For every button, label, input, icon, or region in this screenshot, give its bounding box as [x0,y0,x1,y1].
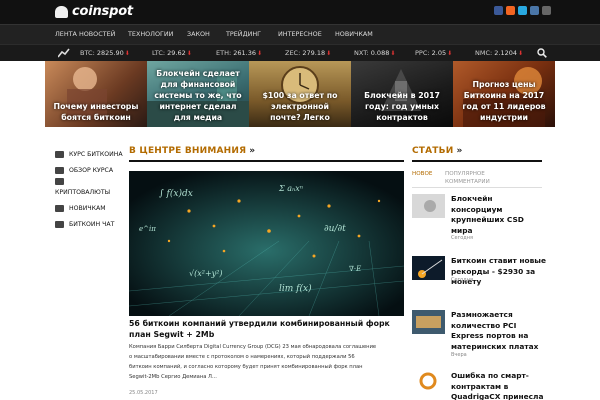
sidebar-item-label: ОБЗОР КУРСА [69,166,114,174]
svg-text:lim f(x): lim f(x) [279,283,312,294]
articles-tabs: НОВОЕ ПОПУЛЯРНОЕ КОММЕНТАРИИ [412,168,542,188]
slide-caption: Почему инвесторы боятся биткоин [53,102,139,122]
math-formulas-image: ∫ f(x)dx Σ aₙxⁿ ∂u/∂t √(x²+y²) lim f(x) … [129,171,404,316]
section-divider [129,160,404,162]
ticker-item: ZEC: 279.18⬇ [285,49,332,57]
nav-item-news-feed[interactable]: ЛЕНТА НОВОСТЕЙ [55,30,115,38]
article-item[interactable]: Биткоин ставит новые рекорды - $2930 за … [412,256,546,300]
site-logo[interactable]: coinspot [55,4,133,19]
sidebar-item-label: НОВИЧКАМ [69,204,106,212]
sidebar-item-label: КРИПТОВАЛЮТЫ [55,189,111,196]
section-heading-focus[interactable]: В ЦЕНТРЕ ВНИМАНИЯ» [129,146,255,156]
tab-comments[interactable]: КОММЕНТАРИИ [445,178,490,186]
rss-icon[interactable] [506,6,515,15]
sidebar-item-bitcoin-rate[interactable]: КУРС БИТКОИНА [55,146,130,162]
main-nav: ЛЕНТА НОВОСТЕЙ ТЕХНОЛОГИИ ЗАКОН ТРЕЙДИНГ… [0,24,600,44]
ticker-item: NMC: 2.1204⬇ [475,49,524,57]
chat-icon [55,220,64,228]
ticker-item: NXT: 0.088⬇ [354,49,396,57]
slide-caption: $100 за ответ по электронной почте? Легк… [262,91,338,122]
featured-article-title[interactable]: 56 биткоин компаний утвердили комбиниров… [129,318,404,340]
slide[interactable]: $100 за ответ по электронной почте? Легк… [249,61,351,127]
nav-item-trading[interactable]: ТРЕЙДИНГ [226,30,261,38]
nav-item-technologies[interactable]: ТЕХНОЛОГИИ [128,30,173,38]
nav-item-beginners[interactable]: НОВИЧКАМ [335,30,373,38]
slide-caption: Блокчейн сделает для финансовой системы … [154,69,242,122]
logo-text: coinspot [72,4,133,19]
social-links [494,6,551,15]
svg-text:Σ aₙxⁿ: Σ aₙxⁿ [278,184,303,193]
sidebar-item-label: БИТКОИН ЧАТ [69,220,115,228]
article-item[interactable]: Размножается количество PCI Express порт… [412,310,542,358]
slide[interactable]: Прогноз цены Биткоина на 2017 год от 11 … [453,61,555,127]
bar-chart-icon [55,150,64,158]
featured-slider: Почему инвесторы боятся биткоин Блокчейн… [45,61,555,127]
google-plus-icon[interactable] [542,6,551,15]
facebook-icon[interactable] [494,6,503,15]
slide[interactable]: Блокчейн в 2017 году: год умных контракт… [351,61,453,127]
featured-article-date: 25.05.2017 [129,390,158,396]
left-sidebar: КУРС БИТКОИНА ОБЗОР КУРСА КРИПТОВАЛЮТЫ Н… [55,146,130,232]
price-ticker: BTC: 2825.90⬇ LTC: 29.62⬇ ETH: 261.36⬇ Z… [0,44,600,61]
ticker-item: BTC: 2825.90⬇ [80,49,130,57]
article-thumbnail [412,194,445,218]
tab-new[interactable]: НОВОЕ [412,170,432,178]
search-icon[interactable] [537,48,547,58]
svg-text:√(x²+y²): √(x²+y²) [189,269,223,278]
ticker-item: ETH: 261.36⬇ [216,49,263,57]
article-date: Вчера [451,352,467,358]
nav-item-interesting[interactable]: ИНТЕРЕСНОЕ [278,30,322,38]
page: coinspot ЛЕНТА НОВОСТЕЙ ТЕХНОЛОГИИ ЗАКОН… [0,0,600,400]
ticker-item: LTC: 29.62⬇ [152,49,192,57]
ticker-item: PPC: 2.05⬇ [415,49,453,57]
article-thumbnail [412,310,445,334]
article-date: Сегодня [451,235,473,241]
article-title[interactable]: Блокчейн консорциум крупнейших CSD мира [451,194,546,236]
slide-caption: Блокчейн в 2017 году: год умных контракт… [364,91,440,122]
slide-caption: Прогноз цены Биткоина на 2017 год от 11 … [462,80,546,122]
sidebar-item-bitcoin-chat[interactable]: БИТКОИН ЧАТ [55,216,130,232]
sidebar-item-rate-review[interactable]: ОБЗОР КУРСА [55,162,130,178]
coin-logo-icon [55,5,68,18]
top-bar: coinspot [0,0,600,24]
featured-article-image[interactable]: ∫ f(x)dx Σ aₙxⁿ ∂u/∂t √(x²+y²) lim f(x) … [129,171,404,316]
article-thumbnail [412,256,445,280]
article-item[interactable]: Ошибка по смарт-контрактам в QuadrigaCX … [412,371,543,400]
svg-text:e^iπ: e^iπ [139,225,156,233]
twitter-icon[interactable] [518,6,527,15]
section-heading-articles[interactable]: СТАТЬИ» [412,146,462,156]
svg-text:∇·E: ∇·E [349,265,361,273]
tab-popular[interactable]: ПОПУЛЯРНОЕ [445,170,485,178]
article-title[interactable]: Ошибка по смарт-контрактам в QuadrigaCX … [451,371,546,400]
section-divider [412,160,542,162]
article-thumbnail [412,371,445,395]
nav-item-law[interactable]: ЗАКОН [187,30,210,38]
vk-icon[interactable] [530,6,539,15]
sidebar-item-label: КУРС БИТКОИНА [69,150,123,158]
slide[interactable]: Почему инвесторы боятся биткоин [45,61,147,127]
article-item[interactable]: Блокчейн консорциум крупнейших CSD мира … [412,194,542,241]
svg-text:∂u/∂t: ∂u/∂t [324,224,346,234]
review-icon [55,166,64,174]
article-date: Сегодня [451,277,473,283]
article-title[interactable]: Размножается количество PCI Express порт… [451,310,546,352]
sidebar-item-cryptocurrencies[interactable]: КРИПТОВАЛЮТЫ [55,178,130,200]
featured-article-excerpt: Компания Барри Силберта Digital Currency… [129,344,377,380]
sidebar-item-beginners[interactable]: НОВИЧКАМ [55,200,130,216]
slide[interactable]: Блокчейн сделает для финансовой системы … [147,61,249,127]
coins-icon [55,178,64,185]
graduation-cap-icon [55,204,64,212]
chart-line-icon [58,48,70,58]
svg-text:∫ f(x)dx: ∫ f(x)dx [159,188,193,199]
